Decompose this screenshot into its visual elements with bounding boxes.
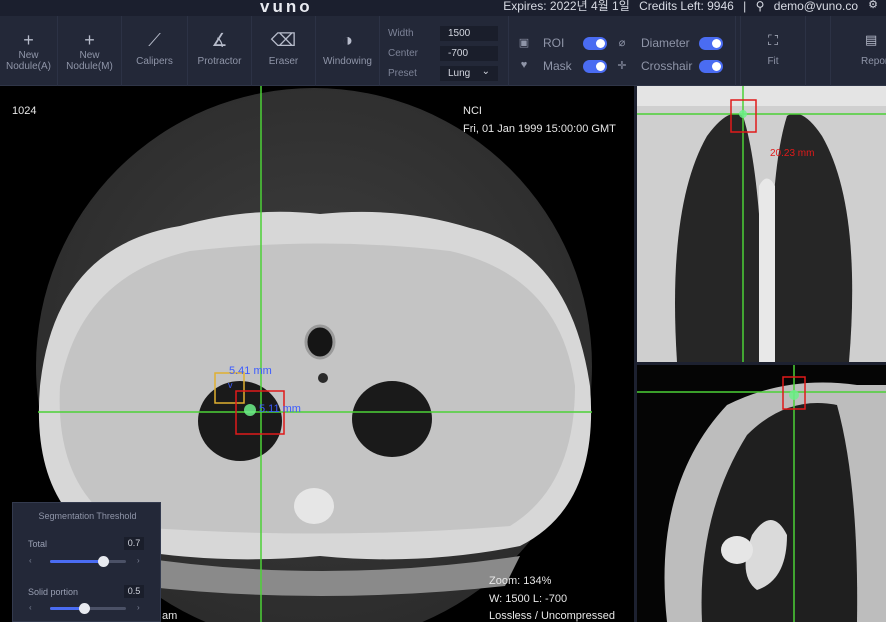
svg-text:v: v <box>228 380 233 390</box>
crosshair-switch[interactable] <box>699 60 723 73</box>
total-slider[interactable] <box>50 556 126 567</box>
vuno-logo: vuno <box>260 0 313 16</box>
compression-readout: Lossless / Uncompressed <box>489 610 615 622</box>
protractor-button[interactable]: ∡ Protractor <box>188 16 252 86</box>
diameter-toggle[interactable]: ⌀ Diameter <box>615 35 731 51</box>
center-input[interactable]: -700 <box>440 46 498 61</box>
windowing-button[interactable]: ◑ Windowing <box>316 16 380 86</box>
total-value[interactable]: 0.7 <box>124 537 144 550</box>
roi-toggle[interactable]: ▣ ROI <box>517 35 613 51</box>
measure-label-1: 5.41 mm <box>229 365 272 377</box>
total-slider-handle[interactable] <box>98 556 110 567</box>
plus-icon: + <box>23 30 34 50</box>
fit-button[interactable]: ⛶ Fit <box>740 16 806 86</box>
solid-portion-slider-handle[interactable] <box>79 603 91 614</box>
report-button[interactable]: ▤ Report <box>830 16 886 86</box>
study-datetime: Fri, 01 Jan 1999 15:00:00 GMT <box>463 123 616 135</box>
crosshair-toggle[interactable]: ✛ Crosshair <box>615 58 731 74</box>
window-level-readout: W: 1500 L: -700 <box>489 593 568 605</box>
chevron-left-icon[interactable]: ‹ <box>29 603 32 612</box>
partial-readout: am <box>162 610 178 622</box>
mask-switch[interactable] <box>583 60 607 73</box>
roi-switch[interactable] <box>583 37 607 50</box>
sagittal-viewport[interactable] <box>637 365 886 622</box>
roi-icon: ▣ <box>518 37 530 49</box>
eraser-icon: ⌫ <box>270 30 297 50</box>
sagittal-ct-image <box>637 365 886 622</box>
plus-icon: + <box>84 30 95 50</box>
fit-icon: ⛶ <box>768 32 778 48</box>
user-icon: ⚲ <box>755 0 765 13</box>
divider: | <box>743 0 747 13</box>
expires-text: Expires: 2022년 4월 1일 <box>503 0 630 13</box>
protractor-icon: ∡ <box>211 30 228 50</box>
eraser-button[interactable]: ⌫ Eraser <box>252 16 316 86</box>
windowing-icon: ◑ <box>342 30 353 50</box>
chevron-left-icon[interactable]: ‹ <box>29 556 32 565</box>
institution-label: NCI <box>463 105 482 117</box>
report-icon: ▤ <box>865 32 878 47</box>
crosshair-icon: ✛ <box>617 60 627 72</box>
coronal-ct-image <box>637 86 886 362</box>
credits-text: Credits Left: 9946 <box>639 0 734 13</box>
coronal-viewport[interactable]: 20.23 mm <box>637 86 886 362</box>
slice-number: 1024 <box>12 105 37 117</box>
coronal-measure-label: 20.23 mm <box>770 148 815 159</box>
segmentation-threshold-panel: Segmentation Threshold Total 0.7 ‹ › Sol… <box>12 502 161 622</box>
user-email[interactable]: demo@vuno.co <box>774 0 858 13</box>
gear-icon[interactable]: ⚙ <box>868 0 878 11</box>
chevron-down-icon: ⌄ <box>481 66 490 77</box>
top-info: Expires: 2022년 4월 1일 Credits Left: 9946 … <box>497 0 858 12</box>
width-input[interactable]: 1500 <box>440 26 498 41</box>
calipers-icon: ⟋ <box>148 30 161 50</box>
chevron-right-icon[interactable]: › <box>137 603 140 612</box>
mask-toggle[interactable]: ♥ Mask <box>517 58 613 74</box>
display-toggles: ▣ ROI ♥ Mask ⌀ Diameter ✛ Crosshair <box>508 16 736 86</box>
solid-portion-value[interactable]: 0.5 <box>124 585 144 598</box>
calipers-button[interactable]: ⟋ Calipers <box>122 16 188 86</box>
measure-label-2: 5.11 mm <box>259 403 301 415</box>
zoom-readout: Zoom: 134% <box>489 575 552 587</box>
chevron-right-icon[interactable]: › <box>137 556 140 565</box>
diameter-switch[interactable] <box>699 37 723 50</box>
segmentation-title: Segmentation Threshold <box>38 511 137 521</box>
total-label: Total <box>28 539 48 549</box>
total-slider-fill <box>50 560 104 563</box>
solid-portion-label: Solid portion <box>28 587 79 597</box>
new-nodule-m-button[interactable]: + New Nodule(M) <box>58 16 122 86</box>
window-level-panel: Width 1500 Center -700 Preset Lung ⌄ <box>380 16 498 86</box>
mask-icon: ♥ <box>520 59 528 71</box>
top-bar: vuno Expires: 2022년 4월 1일 Credits Left: … <box>0 0 886 16</box>
solid-portion-slider[interactable] <box>50 603 126 614</box>
preset-select[interactable]: Lung ⌄ <box>440 66 498 81</box>
diameter-icon: ⌀ <box>618 37 626 49</box>
new-nodule-a-button[interactable]: + New Nodule(A) <box>0 16 58 86</box>
